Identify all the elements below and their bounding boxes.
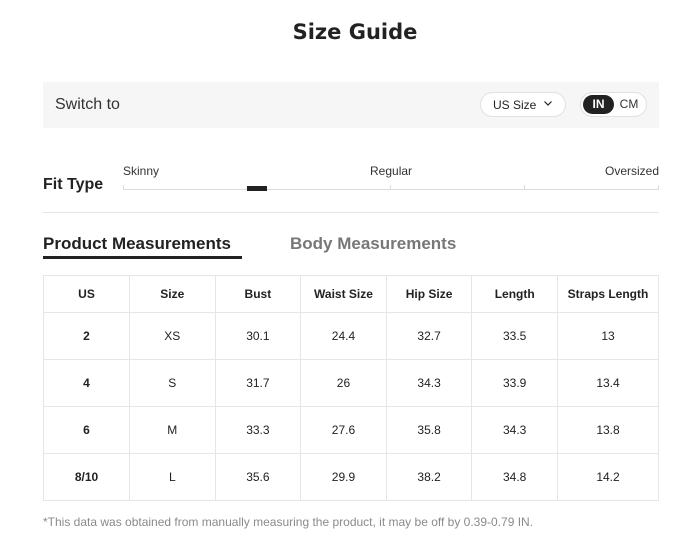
table-cell-us: 6	[43, 406, 130, 454]
section-divider	[43, 212, 659, 213]
switch-bar: Switch to US Size IN CM	[43, 82, 659, 128]
table-row: 8/10 L 35.6 29.9 38.2 34.8 14.2	[43, 453, 659, 501]
tab-product-measurements[interactable]: Product Measurements	[43, 234, 231, 254]
fit-scale-tick	[390, 185, 391, 190]
table-cell: 26	[300, 359, 387, 407]
table-cell: 32.7	[385, 312, 473, 360]
switch-label: Switch to	[55, 96, 120, 113]
table-cell: 34.3	[385, 359, 473, 407]
table-cell: 34.8	[471, 453, 558, 501]
column-header: US	[43, 275, 130, 313]
table-cell: 33.3	[214, 406, 302, 454]
table-row: 4 S 31.7 26 34.3 33.9 13.4	[43, 359, 659, 407]
table-cell-us: 4	[43, 359, 130, 407]
column-header: Bust	[214, 275, 302, 313]
table-row: 2 XS 30.1 24.4 32.7 33.5 13	[43, 312, 659, 360]
page-title: Size Guide	[292, 20, 418, 44]
table-cell: 14.2	[557, 453, 659, 501]
fit-scale-marker	[247, 186, 267, 191]
table-cell: 13	[557, 312, 659, 360]
chevron-down-icon	[544, 101, 552, 106]
table-cell: L	[129, 453, 216, 501]
table-cell: 29.9	[300, 453, 387, 501]
table-cell: XS	[129, 312, 216, 360]
unit-toggle: IN CM	[580, 92, 647, 117]
table-cell: 34.3	[471, 406, 558, 454]
table-cell: 13.4	[557, 359, 659, 407]
fit-scale-tick	[658, 185, 659, 190]
table-header-row: US Size Bust Waist Size Hip Size Length …	[43, 275, 659, 313]
size-system-select[interactable]: US Size	[480, 92, 566, 117]
table-cell: 33.9	[471, 359, 558, 407]
active-tab-underline	[43, 256, 242, 259]
column-header: Waist Size	[300, 275, 387, 313]
fit-type-label: Fit Type	[43, 176, 104, 193]
table-cell: 38.2	[385, 453, 473, 501]
fit-option-skinny: Skinny	[123, 164, 160, 178]
column-header: Straps Length	[557, 275, 659, 313]
tab-body-measurements[interactable]: Body Measurements	[290, 234, 456, 254]
table-cell: 35.6	[214, 453, 302, 501]
table-cell: S	[129, 359, 216, 407]
column-header: Length	[471, 275, 558, 313]
unit-cm-button[interactable]: CM	[616, 95, 642, 114]
fit-option-oversized: Oversized	[605, 164, 660, 178]
table-cell: 35.8	[385, 406, 473, 454]
table-cell-us: 8/10	[43, 453, 130, 501]
column-header: Hip Size	[385, 275, 473, 313]
table-row: 6 M 33.3 27.6 35.8 34.3 13.8	[43, 406, 659, 454]
fit-scale-tick	[123, 185, 124, 190]
size-system-value: US Size	[493, 98, 537, 112]
fit-option-regular: Regular	[370, 164, 413, 178]
table-cell: 13.8	[557, 406, 659, 454]
table-cell: 31.7	[214, 359, 302, 407]
unit-in-button[interactable]: IN	[583, 95, 614, 114]
table-cell: M	[129, 406, 216, 454]
table-cell: 30.1	[214, 312, 302, 360]
column-header: Size	[129, 275, 216, 313]
footnote: *This data was obtained from manually me…	[43, 515, 534, 529]
table-cell: 27.6	[300, 406, 387, 454]
table-cell: 24.4	[300, 312, 387, 360]
fit-scale-track	[123, 189, 659, 190]
table-cell: 33.5	[471, 312, 558, 360]
fit-scale-tick	[524, 185, 525, 190]
measurements-table: US Size Bust Waist Size Hip Size Length …	[43, 275, 659, 501]
table-cell-us: 2	[43, 312, 130, 360]
